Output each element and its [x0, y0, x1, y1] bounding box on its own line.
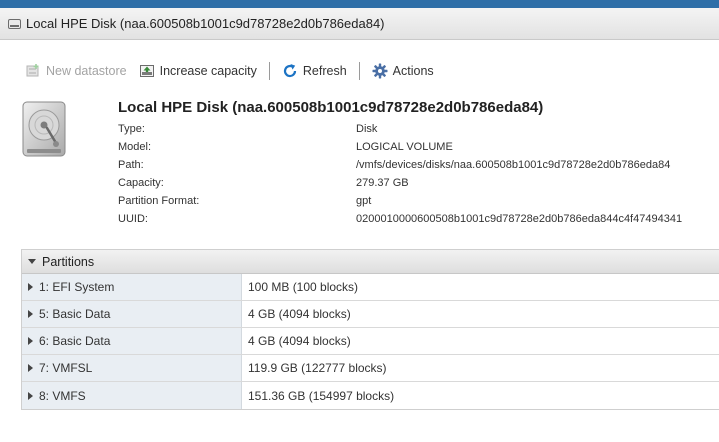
- partition-name: 1: EFI System: [39, 280, 115, 294]
- property-value: /vmfs/devices/disks/naa.600508b1001c9d78…: [356, 159, 671, 171]
- disk-properties: Type: Disk Model: LOGICAL VOLUME Path: /…: [118, 120, 682, 228]
- partitions-panel: Partitions 1: EFI System 100 MB (100 blo…: [21, 249, 719, 410]
- toolbar: New datastore Increase capacity Refresh: [25, 60, 434, 82]
- partition-row: 1: EFI System 100 MB (100 blocks): [22, 274, 719, 301]
- partition-name: 7: VMFSL: [39, 361, 93, 375]
- new-datastore-icon: [25, 63, 41, 79]
- new-datastore-label: New datastore: [46, 64, 127, 78]
- partition-size: 4 GB (4094 blocks): [248, 334, 351, 348]
- partition-expander[interactable]: 8: VMFS: [22, 382, 242, 409]
- partition-expander[interactable]: 5: Basic Data: [22, 301, 242, 327]
- gear-icon: [372, 63, 388, 79]
- property-row-partition-format: Partition Format: gpt: [118, 192, 682, 210]
- new-datastore-button[interactable]: New datastore: [25, 63, 127, 79]
- window-title-bar: Local HPE Disk (naa.600508b1001c9d78728e…: [0, 8, 719, 40]
- property-label: Type:: [118, 123, 145, 135]
- toolbar-separator: [268, 62, 270, 80]
- partition-expander[interactable]: 7: VMFSL: [22, 355, 242, 381]
- window-title: Local HPE Disk (naa.600508b1001c9d78728e…: [26, 16, 385, 31]
- chevron-right-icon: [28, 364, 33, 372]
- increase-capacity-button[interactable]: Increase capacity: [139, 63, 257, 79]
- partition-size: 151.36 GB (154997 blocks): [248, 388, 395, 403]
- top-accent-strip: [0, 0, 719, 8]
- refresh-icon: [282, 63, 298, 79]
- partition-row: 6: Basic Data 4 GB (4094 blocks): [22, 328, 719, 355]
- property-value: Disk: [356, 123, 378, 135]
- partition-size: 119.9 GB (122777 blocks): [248, 361, 387, 375]
- property-value: LOGICAL VOLUME: [356, 141, 453, 153]
- refresh-label: Refresh: [302, 64, 347, 78]
- property-value: gpt: [356, 195, 372, 207]
- partition-expander[interactable]: 6: Basic Data: [22, 328, 242, 354]
- property-label: UUID:: [118, 213, 148, 225]
- partition-name: 8: VMFS: [39, 388, 86, 403]
- property-row-type: Type: Disk: [118, 120, 682, 138]
- property-row-uuid: UUID: 0200010000600508b1001c9d78728e2d0b…: [118, 210, 682, 228]
- chevron-right-icon: [28, 283, 33, 291]
- partition-expander[interactable]: 1: EFI System: [22, 274, 242, 300]
- chevron-down-icon: [28, 259, 36, 264]
- chevron-right-icon: [28, 337, 33, 345]
- refresh-button[interactable]: Refresh: [282, 63, 347, 79]
- partition-name: 6: Basic Data: [39, 334, 111, 348]
- property-value: 279.37 GB: [356, 177, 409, 189]
- disk-icon: [8, 18, 21, 29]
- property-label: Capacity:: [118, 177, 164, 189]
- disk-title: Local HPE Disk (naa.600508b1001c9d78728e…: [118, 99, 544, 116]
- property-row-model: Model: LOGICAL VOLUME: [118, 138, 682, 156]
- toolbar-separator: [358, 62, 360, 80]
- hard-disk-icon: [22, 101, 66, 157]
- actions-label: Actions: [392, 64, 434, 78]
- partitions-header[interactable]: Partitions: [22, 250, 719, 274]
- increase-capacity-icon: [139, 63, 155, 79]
- actions-button[interactable]: Actions: [372, 63, 434, 79]
- property-row-path: Path: /vmfs/devices/disks/naa.600508b100…: [118, 156, 682, 174]
- partition-size: 4 GB (4094 blocks): [248, 307, 351, 321]
- chevron-right-icon: [28, 391, 33, 400]
- property-label: Model:: [118, 141, 152, 153]
- partitions-header-label: Partitions: [42, 254, 95, 269]
- property-row-capacity: Capacity: 279.37 GB: [118, 174, 682, 192]
- partition-row: 8: VMFS 151.36 GB (154997 blocks): [22, 382, 719, 409]
- chevron-right-icon: [28, 310, 33, 318]
- property-label: Path:: [118, 159, 144, 171]
- increase-capacity-label: Increase capacity: [159, 64, 257, 78]
- property-label: Partition Format:: [118, 195, 200, 207]
- partition-row: 7: VMFSL 119.9 GB (122777 blocks): [22, 355, 719, 382]
- partition-row: 5: Basic Data 4 GB (4094 blocks): [22, 301, 719, 328]
- property-value: 0200010000600508b1001c9d78728e2d0b786eda…: [356, 213, 683, 225]
- partition-name: 5: Basic Data: [39, 307, 111, 321]
- partition-size: 100 MB (100 blocks): [248, 280, 359, 294]
